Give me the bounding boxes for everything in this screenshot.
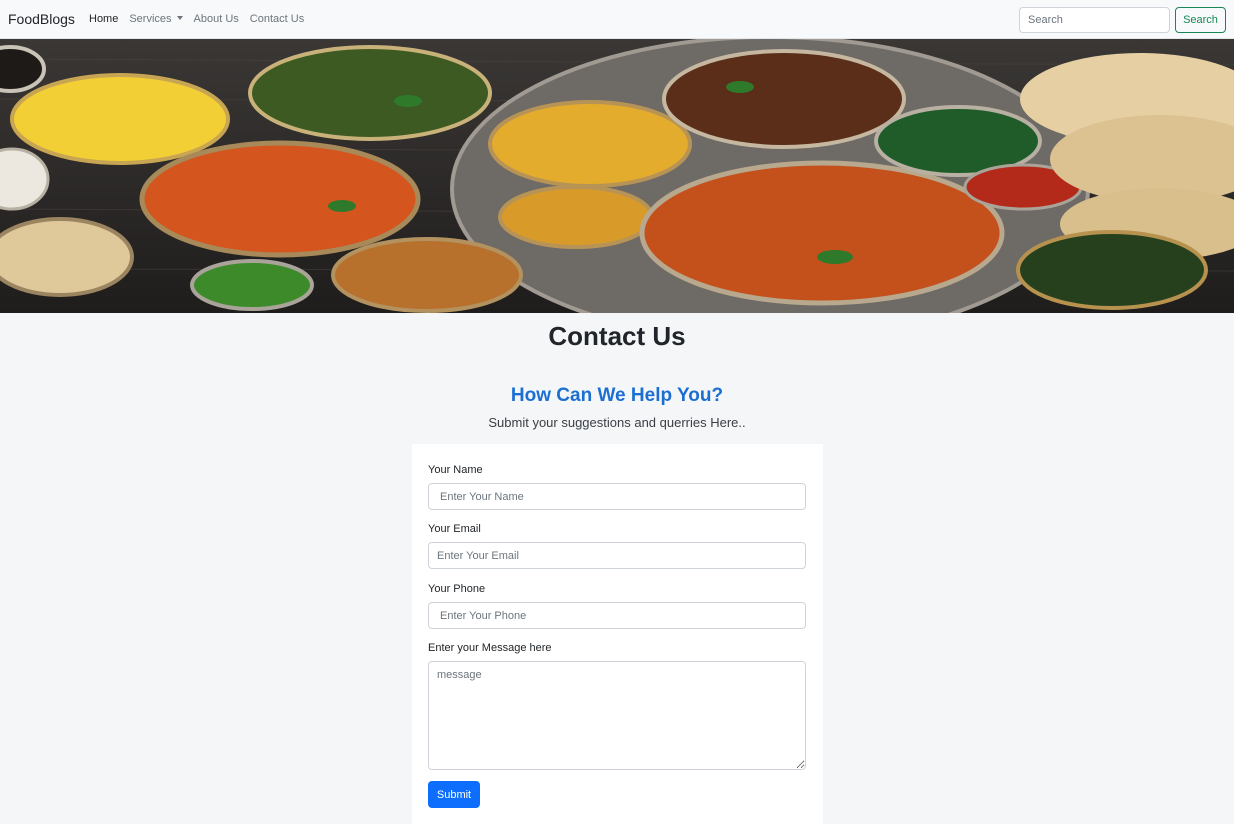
- nav-contact-us[interactable]: Contact Us: [250, 13, 304, 25]
- help-subtitle: Submit your suggestions and querries Her…: [488, 415, 746, 430]
- nav-services-dropdown[interactable]: Services: [129, 13, 183, 25]
- navbar: FoodBlogs Home Services About Us Contact…: [0, 0, 1234, 39]
- nav-links: Home Services About Us Contact Us: [89, 13, 315, 25]
- email-label: Your Email: [428, 523, 481, 535]
- nav-home[interactable]: Home: [89, 13, 118, 25]
- contact-form: Your Name Your Email Your Phone Enter yo…: [412, 444, 823, 824]
- message-textarea[interactable]: [428, 661, 806, 770]
- name-label: Your Name: [428, 464, 483, 476]
- nav-services-label: Services: [129, 13, 172, 25]
- message-label: Enter your Message here: [428, 642, 552, 654]
- search-input[interactable]: [1019, 7, 1170, 33]
- search-button[interactable]: Search: [1175, 7, 1226, 33]
- name-field[interactable]: [428, 483, 806, 510]
- phone-label: Your Phone: [428, 583, 486, 595]
- help-title: How Can We Help You?: [510, 385, 724, 406]
- nav-about-us[interactable]: About Us: [194, 13, 239, 25]
- brand-link[interactable]: FoodBlogs: [8, 11, 75, 27]
- email-field[interactable]: [428, 542, 806, 569]
- page-title: Contact Us: [548, 321, 686, 351]
- caret-down-icon: [176, 16, 183, 20]
- hero-banner-image: [0, 39, 1234, 313]
- food-spread-illustration: [0, 39, 1234, 313]
- submit-button[interactable]: Submit: [428, 781, 480, 808]
- phone-field[interactable]: [428, 602, 806, 629]
